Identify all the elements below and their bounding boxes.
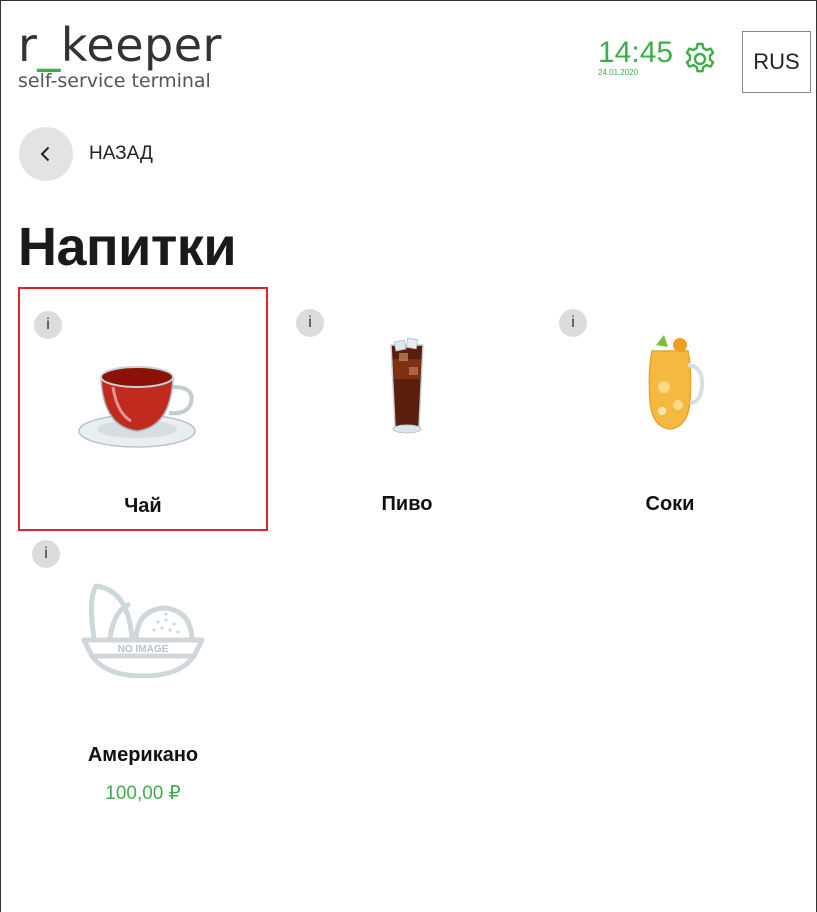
back-circle: [19, 127, 73, 181]
language-label: RUS: [753, 49, 800, 74]
logo-wordmark: r_keeper: [18, 18, 222, 72]
no-image-label: NO IMAGE: [118, 644, 169, 655]
info-icon[interactable]: i: [34, 311, 62, 339]
gear-icon[interactable]: [682, 41, 718, 77]
logo-subtitle: self-service terminal: [18, 70, 211, 92]
product-name: Соки: [645, 493, 695, 515]
product-tile-americano[interactable]: i NO IMAGE Американо 100,00 ₽: [18, 530, 268, 810]
language-button[interactable]: RUS: [742, 31, 811, 93]
product-tile-juice[interactable]: i Соки: [545, 287, 795, 531]
clock: 14:45 24.01.2020: [598, 38, 673, 78]
product-tile-tea[interactable]: i Чай: [18, 287, 268, 531]
back-label: НАЗАД: [89, 143, 153, 164]
product-tile-beer[interactable]: i Пиво: [282, 287, 532, 531]
juice-jug-icon: [648, 335, 705, 430]
cola-glass-icon: [390, 337, 424, 434]
clock-date: 24.01.2020: [598, 68, 639, 77]
product-name: Чай: [124, 495, 162, 517]
info-icon[interactable]: i: [32, 540, 60, 568]
product-price: 100,00 ₽: [105, 783, 181, 804]
page-title: Напитки: [18, 217, 237, 277]
tea-cup-icon: [78, 366, 196, 448]
chevron-left-icon: [40, 146, 50, 162]
logo: r_keeper self-service terminal: [18, 22, 222, 92]
info-icon[interactable]: i: [559, 309, 587, 337]
clock-time: 14:45: [598, 36, 674, 69]
no-image-icon: NO IMAGE: [81, 583, 205, 678]
product-name: Американо: [87, 744, 199, 766]
info-icon[interactable]: i: [296, 309, 324, 337]
back-button[interactable]: НАЗАД: [19, 127, 153, 181]
product-name: Пиво: [381, 493, 433, 515]
